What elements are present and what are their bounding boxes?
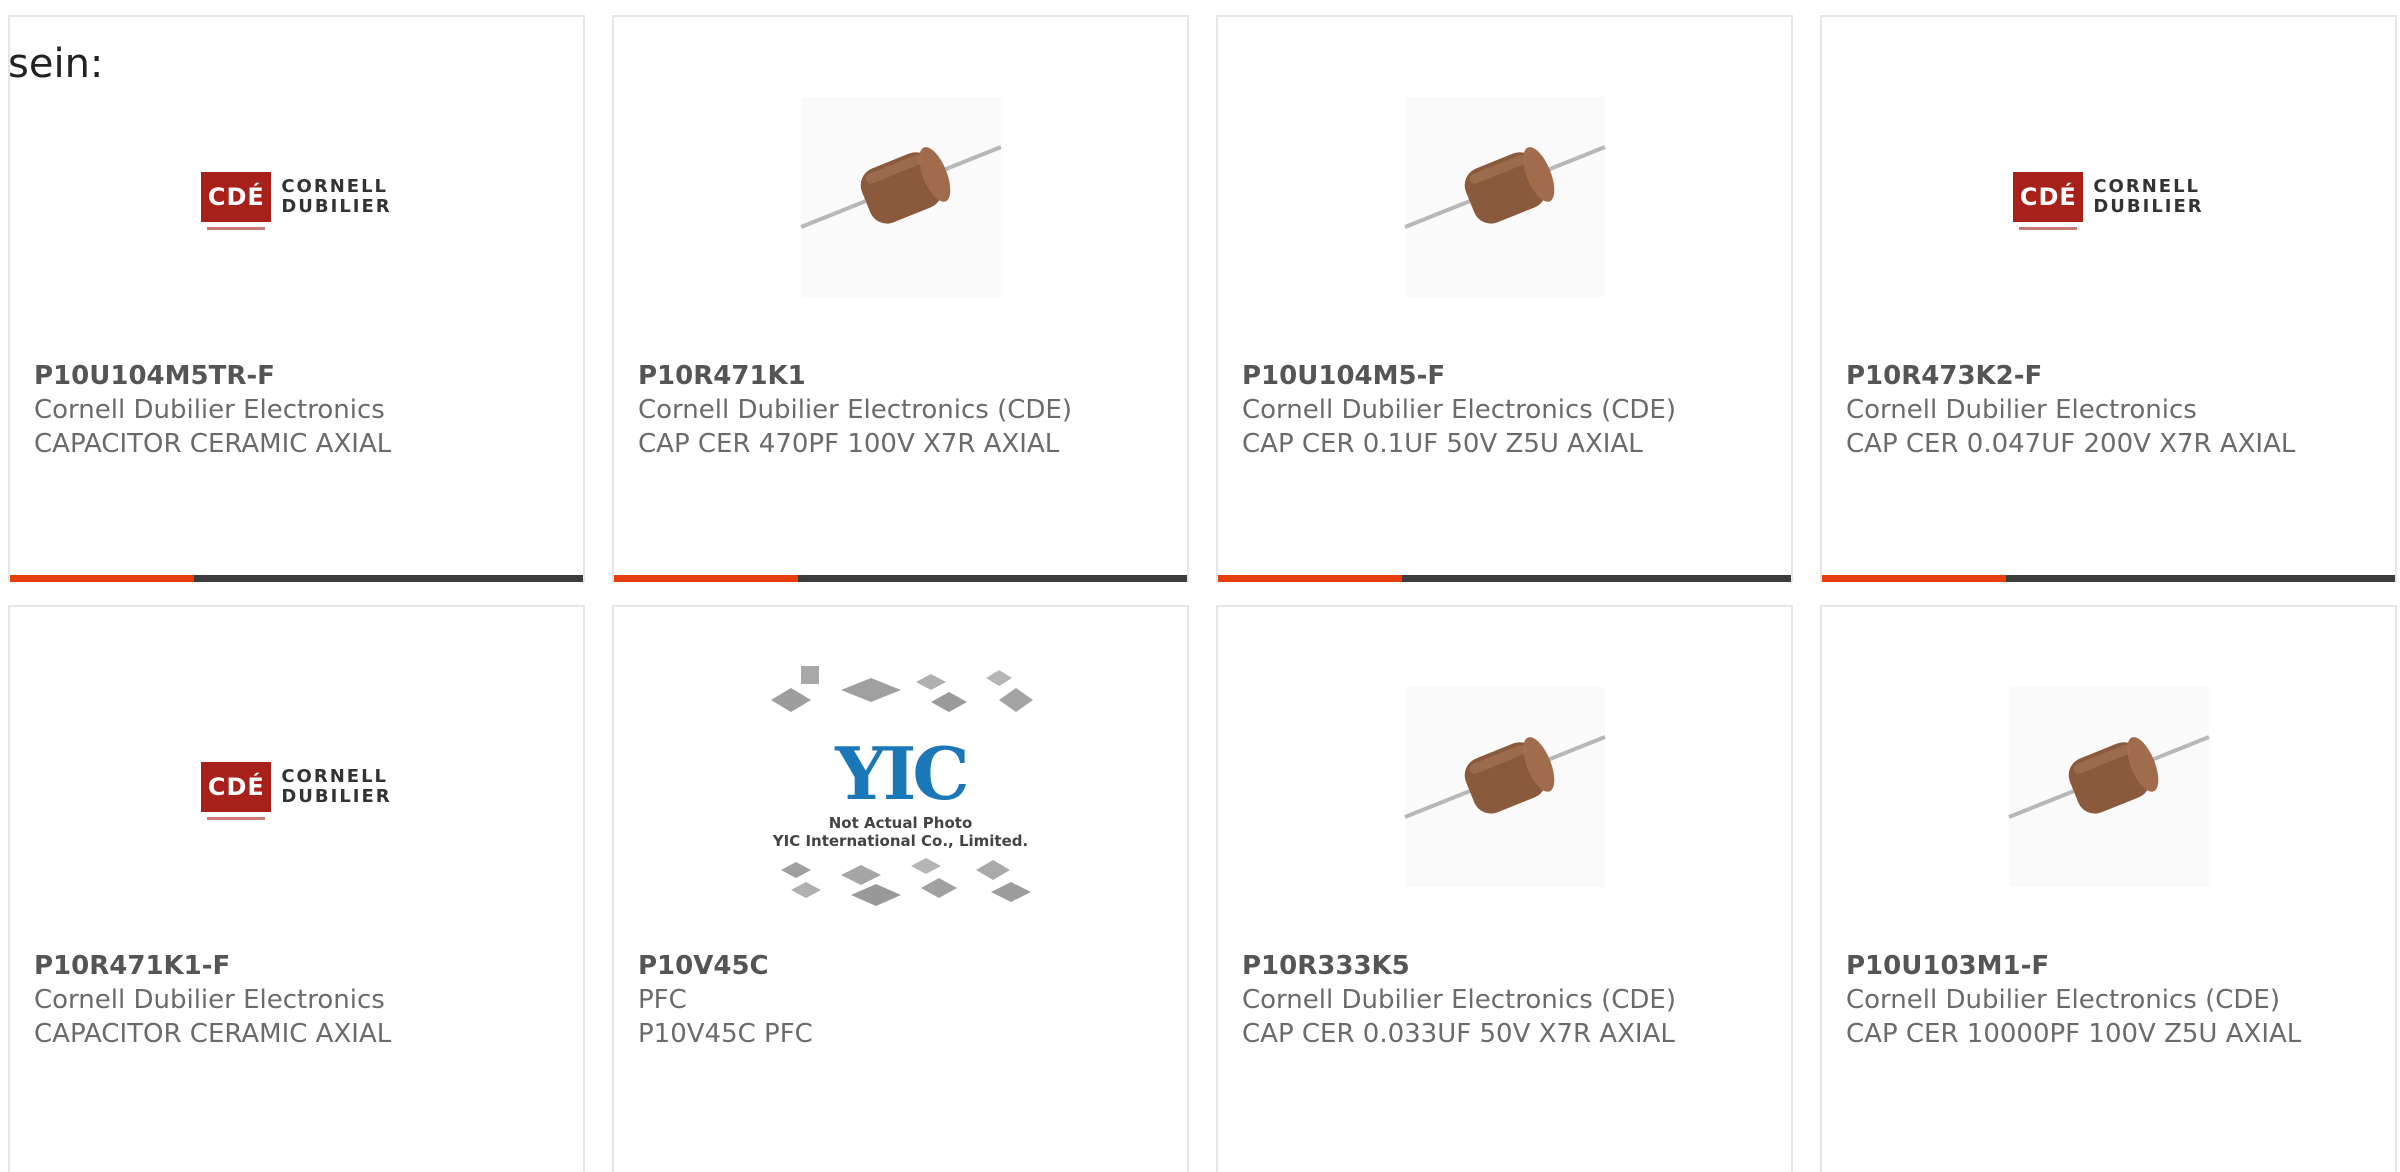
card-bar-accent [1218, 575, 1402, 582]
cde-logo-line1: CORNELL [2093, 176, 2201, 197]
axial-capacitor-icon [799, 97, 1002, 297]
cde-logo-line1: CORNELL [281, 766, 389, 787]
cde-logo-line2: DUBILIER [281, 196, 392, 217]
product-card[interactable]: CDÉ CORNELL DUBILIER P10R473K2-F Cornell … [1820, 15, 2397, 582]
manufacturer: Cornell Dubilier Electronics (CDE) [1242, 395, 1676, 425]
card-bar-accent [1822, 575, 2006, 582]
cde-logo-box: CDÉ [201, 762, 272, 820]
manufacturer: Cornell Dubilier Electronics (CDE) [1846, 985, 2280, 1015]
description: CAP CER 0.1UF 50V Z5U AXIAL [1242, 429, 1643, 459]
description: CAP CER 10000PF 100V Z5U AXIAL [1846, 1019, 2302, 1049]
product-image[interactable]: YIC Not Actual Photo YIC International C… [614, 666, 1187, 907]
product-image[interactable]: CDÉ CORNELL DUBILIER [1822, 77, 2395, 317]
product-card[interactable]: CDÉ CORNELL DUBILIER P10R471K1-F Cornell … [8, 605, 585, 1172]
axial-capacitor-icon [1403, 97, 1606, 297]
cde-logo-line2: DUBILIER [281, 786, 392, 807]
card-bar [1218, 575, 1791, 582]
cde-logo-line1: CORNELL [281, 176, 389, 197]
part-number-link[interactable]: P10V45C [638, 949, 1147, 983]
manufacturer: PFC [638, 985, 687, 1015]
part-number-link[interactable]: P10R473K2-F [1846, 359, 2355, 393]
description: P10V45C PFC [638, 1019, 813, 1049]
product-card[interactable]: P10R333K5 Cornell Dubilier Electronics (… [1216, 605, 1793, 1172]
manufacturer: Cornell Dubilier Electronics [1846, 395, 2197, 425]
axial-capacitor-icon [1403, 687, 1606, 887]
card-bar [1822, 575, 2395, 582]
axial-capacitor-icon [2007, 687, 2210, 887]
product-image[interactable]: CDÉ CORNELL DUBILIER [10, 77, 583, 317]
product-card[interactable]: YIC Not Actual Photo YIC International C… [612, 605, 1189, 1172]
part-number-link[interactable]: P10R471K1-F [34, 949, 543, 983]
manufacturer: Cornell Dubilier Electronics [34, 985, 385, 1015]
product-image[interactable] [1218, 667, 1791, 907]
manufacturer: Cornell Dubilier Electronics [34, 395, 385, 425]
product-card[interactable]: P10U103M1-F Cornell Dubilier Electronics… [1820, 605, 2397, 1172]
cde-logo-box: CDÉ [2013, 172, 2084, 230]
manufacturer: Cornell Dubilier Electronics (CDE) [638, 395, 1072, 425]
part-number-link[interactable]: P10R333K5 [1242, 949, 1751, 983]
card-bar [614, 575, 1187, 582]
description: CAPACITOR CERAMIC AXIAL [34, 1019, 392, 1049]
part-number-link[interactable]: P10U104M5TR-F [34, 359, 543, 393]
product-image[interactable]: CDÉ CORNELL DUBILIER [10, 667, 583, 907]
description: CAP CER 0.047UF 200V X7R AXIAL [1846, 429, 2296, 459]
cde-logo: CDÉ CORNELL DUBILIER [2013, 172, 2204, 230]
card-bar-accent [614, 575, 798, 582]
part-number-link[interactable]: P10U104M5-F [1242, 359, 1751, 393]
manufacturer: Cornell Dubilier Electronics (CDE) [1242, 985, 1676, 1015]
product-image[interactable] [1822, 667, 2395, 907]
yic-caption-1: Not Actual Photo [828, 814, 973, 832]
cde-logo-box: CDÉ [201, 172, 272, 230]
card-bar-accent [10, 575, 194, 582]
product-card[interactable]: P10U104M5-F Cornell Dubilier Electronics… [1216, 15, 1793, 582]
yic-mark: YIC [835, 731, 969, 816]
lead-text: sein: [8, 41, 104, 87]
product-image[interactable] [1218, 77, 1791, 317]
description: CAP CER 470PF 100V X7R AXIAL [638, 429, 1060, 459]
cde-logo: CDÉ CORNELL DUBILIER [201, 172, 392, 230]
yic-caption-2: YIC International Co., Limited. [772, 832, 1029, 850]
chip-packages-icon [780, 858, 1031, 906]
cde-logo-line2: DUBILIER [2093, 196, 2204, 217]
part-number-link[interactable]: P10U103M1-F [1846, 949, 2355, 983]
product-card[interactable]: P10R471K1 Cornell Dubilier Electronics (… [612, 15, 1189, 582]
description: CAPACITOR CERAMIC AXIAL [34, 429, 392, 459]
chip-packages-icon [770, 666, 1033, 712]
yic-placeholder-image: YIC Not Actual Photo YIC International C… [761, 660, 1041, 914]
product-image[interactable] [614, 77, 1187, 317]
description: CAP CER 0.033UF 50V X7R AXIAL [1242, 1019, 1675, 1049]
cde-logo: CDÉ CORNELL DUBILIER [201, 762, 392, 820]
part-number-link[interactable]: P10R471K1 [638, 359, 1147, 393]
card-bar [10, 575, 583, 582]
product-card[interactable]: CDÉ CORNELL DUBILIER P10U104M5TR-F Cornel… [8, 15, 585, 582]
